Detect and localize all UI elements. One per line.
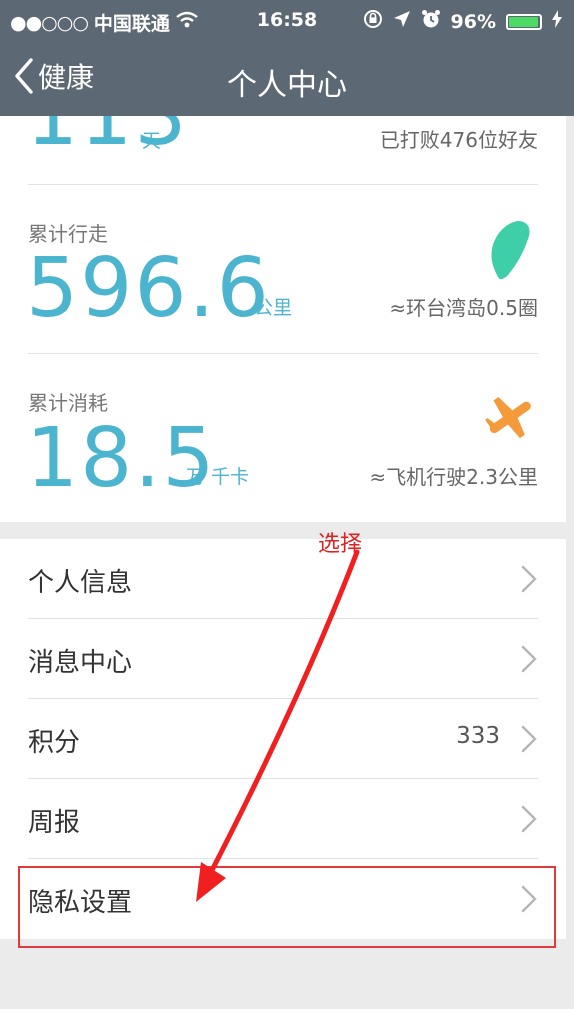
alarm-icon <box>421 9 441 34</box>
menu-item-label: 个人信息 <box>28 568 133 598</box>
taiwan-island-icon <box>488 219 532 285</box>
chevron-right-icon <box>520 644 538 678</box>
menu-item-label: 消息中心 <box>28 648 133 678</box>
menu-item-personal-info[interactable]: 个人信息 <box>0 539 566 619</box>
highlight-box <box>18 866 556 948</box>
status-bar: ●●○○○ 中国联通 16:58 96% <box>0 0 574 42</box>
walk-compare: ≈环台湾岛0.5圈 <box>389 296 538 320</box>
menu-item-points[interactable]: 积分 333 <box>0 699 566 779</box>
menu-item-label: 积分 <box>28 728 81 758</box>
walk-unit: 公里 <box>254 297 293 319</box>
burn-compare: ≈飞机行驶2.3公里 <box>369 465 538 489</box>
page-title: 个人中心 <box>227 68 347 103</box>
burn-unit: 万 千卡 <box>186 466 250 488</box>
airplane-icon <box>482 392 538 446</box>
walk-value: 596.6 <box>26 241 271 336</box>
annotation-label: 选择 <box>318 532 363 557</box>
burn-stat: 累计消耗 18.5 万 千卡 ≈飞机行驶2.3公里 <box>0 354 566 522</box>
points-value: 333 <box>456 723 500 749</box>
battery-icon <box>506 13 542 30</box>
scroll-gutter <box>566 116 574 1009</box>
navigation-bar: 健康 个人中心 <box>0 42 574 116</box>
days-stat: 113 天 已打败476位好友 <box>0 116 566 186</box>
menu-item-message-center[interactable]: 消息中心 <box>0 619 566 699</box>
chevron-right-icon <box>520 564 538 598</box>
battery-percent: 96% <box>450 10 496 33</box>
menu-item-label: 周报 <box>28 808 81 838</box>
days-compare: 已打败476位好友 <box>379 128 538 152</box>
location-icon <box>393 10 411 33</box>
days-value: 113 <box>26 116 189 164</box>
menu-item-weekly-report[interactable]: 周报 <box>0 779 566 859</box>
chevron-right-icon <box>520 804 538 838</box>
charging-icon <box>552 10 562 33</box>
walk-stat: 累计行走 596.6 公里 ≈环台湾岛0.5圈 <box>0 185 566 353</box>
stats-card: 113 天 已打败476位好友 累计行走 596.6 公里 ≈环台湾岛0.5圈 … <box>0 116 566 522</box>
rotation-lock-icon <box>363 9 383 34</box>
chevron-right-icon <box>520 724 538 758</box>
days-unit: 天 <box>142 130 162 152</box>
header: ●●○○○ 中国联通 16:58 96% 健康 个人中心 <box>0 0 574 116</box>
